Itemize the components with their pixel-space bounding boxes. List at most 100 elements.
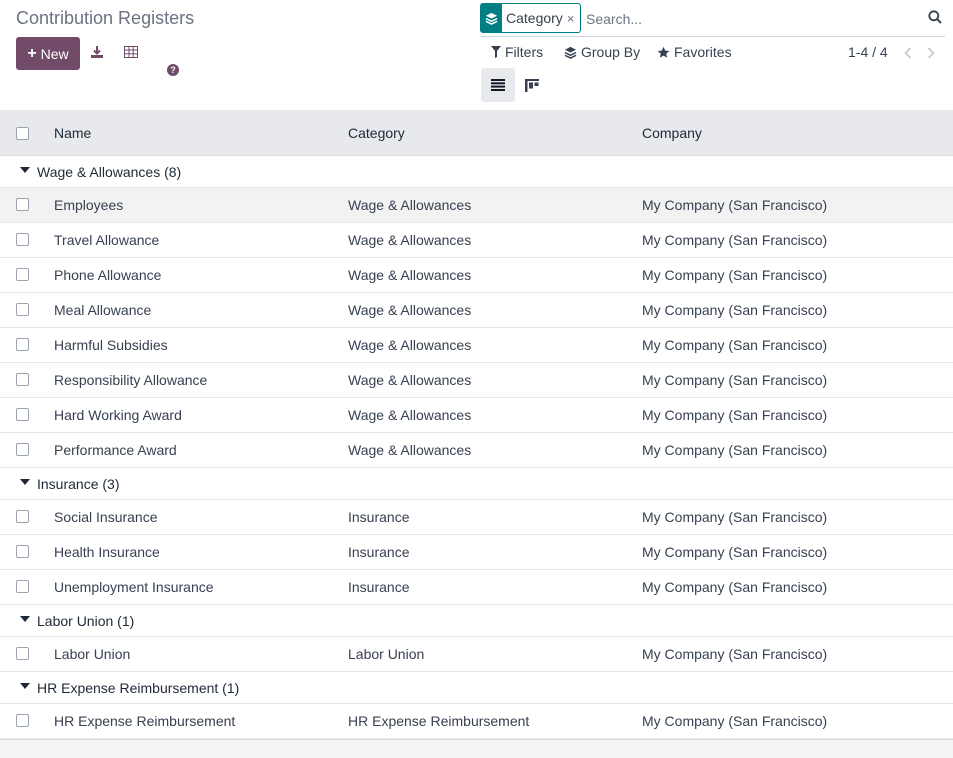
group-row[interactable]: Wage & Allowances (8): [0, 156, 953, 188]
cell-company: My Company (San Francisco): [642, 579, 828, 595]
new-button-label: New: [40, 45, 69, 62]
cell-company: My Company (San Francisco): [642, 267, 828, 283]
filters-label: Filters: [505, 44, 544, 60]
column-header-category[interactable]: Category: [348, 125, 405, 141]
row-checkbox[interactable]: [16, 408, 29, 421]
plus-icon: +: [27, 44, 37, 62]
cell-category: Insurance: [348, 509, 410, 525]
table-footer: [0, 739, 953, 758]
cell-name: Unemployment Insurance: [54, 579, 214, 595]
group-label: Labor Union (1): [37, 613, 135, 629]
row-checkbox[interactable]: [16, 303, 29, 316]
chevron-left-icon[interactable]: [900, 44, 916, 62]
table-row[interactable]: Health Insurance Insurance My Company (San…: [0, 535, 953, 570]
kanban-view-button[interactable]: [515, 68, 549, 102]
table-row[interactable]: Harmful Subsidies Wage & Allowances My Com…: [0, 328, 953, 363]
cell-company: My Company (San Francisco): [642, 407, 828, 423]
table-header: Name Category Company: [0, 110, 953, 156]
cell-company: My Company (San Francisco): [642, 646, 828, 662]
cell-category: Wage & Allowances: [348, 372, 472, 388]
row-checkbox[interactable]: [16, 268, 29, 281]
favorites-dropdown[interactable]: Favorites: [657, 44, 732, 60]
cell-name: Hard Working Award: [54, 407, 182, 423]
row-checkbox[interactable]: [16, 545, 29, 558]
column-header-company[interactable]: Company: [642, 125, 702, 141]
cell-name: Harmful Subsidies: [54, 337, 168, 353]
cell-category: Wage & Allowances: [348, 267, 472, 283]
control-panel: Contribution Registers + New ? Category …: [0, 0, 953, 110]
cell-company: My Company (San Francisco): [642, 302, 828, 318]
cell-category: Wage & Allowances: [348, 407, 472, 423]
cell-name: Performance Award: [54, 442, 177, 458]
pager-value[interactable]: 1-4 / 4: [848, 44, 888, 60]
row-checkbox[interactable]: [16, 714, 29, 727]
row-checkbox[interactable]: [16, 233, 29, 246]
row-checkbox[interactable]: [16, 373, 29, 386]
search-input[interactable]: [586, 9, 916, 29]
spreadsheet-icon[interactable]: [123, 44, 139, 60]
new-button[interactable]: + New: [16, 37, 80, 70]
caret-down-icon: [20, 479, 30, 485]
cell-company: My Company (San Francisco): [642, 713, 828, 729]
cell-category: Wage & Allowances: [348, 232, 472, 248]
category-facet[interactable]: Category ×: [480, 3, 582, 33]
row-checkbox[interactable]: [16, 198, 29, 211]
cell-name: Social Insurance: [54, 509, 158, 525]
kanban-icon: [525, 78, 539, 92]
table-row[interactable]: Employees Wage & Allowances My Company (Sa…: [0, 188, 953, 223]
cell-name: Responsibility Allowance: [54, 372, 208, 388]
group-label: Insurance (3): [37, 476, 120, 492]
group-by-dropdown[interactable]: Group By: [564, 44, 640, 60]
cell-company: My Company (San Francisco): [642, 232, 828, 248]
list-view-button[interactable]: [481, 68, 515, 102]
filter-icon: [491, 46, 501, 58]
page-title: Contribution Registers: [16, 8, 195, 28]
filters-dropdown[interactable]: Filters: [491, 44, 543, 60]
cell-category: Insurance: [348, 579, 410, 595]
row-checkbox[interactable]: [16, 647, 29, 660]
table-row[interactable]: Performance Award Wage & Allowances My Com…: [0, 433, 953, 468]
cell-category: Wage & Allowances: [348, 197, 472, 213]
cell-category: Wage & Allowances: [348, 302, 472, 318]
facet-close-icon[interactable]: ×: [567, 11, 581, 26]
table-row[interactable]: Hard Working Award Wage & Allowances My Co…: [0, 398, 953, 433]
table-row[interactable]: Meal Allowance Wage & Allowances My Compan…: [0, 293, 953, 328]
download-icon[interactable]: [89, 44, 105, 60]
cell-name: HR Expense Reimbursement: [54, 713, 236, 729]
cell-category: Labor Union: [348, 646, 425, 662]
cell-company: My Company (San Francisco): [642, 337, 828, 353]
table-row[interactable]: HR Expense Reimbursement HR Expense Reimb…: [0, 704, 953, 739]
chevron-right-icon[interactable]: [923, 44, 939, 62]
svg-text:?: ?: [170, 65, 176, 75]
group-row[interactable]: Insurance (3): [0, 468, 953, 500]
cell-category: Wage & Allowances: [348, 337, 472, 353]
star-icon: [657, 46, 670, 58]
search-bar: Category ×: [480, 3, 945, 37]
help-icon[interactable]: ?: [166, 63, 179, 76]
row-checkbox[interactable]: [16, 338, 29, 351]
search-icon[interactable]: [925, 6, 945, 28]
row-checkbox[interactable]: [16, 580, 29, 593]
group-row[interactable]: HR Expense Reimbursement (1): [0, 672, 953, 704]
cell-company: My Company (San Francisco): [642, 442, 828, 458]
caret-down-icon: [20, 683, 30, 689]
group-label: HR Expense Reimbursement (1): [37, 680, 240, 696]
cell-company: My Company (San Francisco): [642, 509, 828, 525]
group-row[interactable]: Labor Union (1): [0, 605, 953, 637]
column-header-name[interactable]: Name: [54, 125, 91, 141]
table-row[interactable]: Responsibility Allowance Wage & Allowance…: [0, 363, 953, 398]
table-row[interactable]: Phone Allowance Wage & Allowances My Compa…: [0, 258, 953, 293]
cell-name: Health Insurance: [54, 544, 160, 560]
table-row[interactable]: Social Insurance Insurance My Company (San…: [0, 500, 953, 535]
cell-category: Insurance: [348, 544, 410, 560]
select-all-checkbox[interactable]: [16, 127, 29, 140]
row-checkbox[interactable]: [16, 510, 29, 523]
table-row[interactable]: Labor Union Labor Union My Company (San Fr…: [0, 637, 953, 672]
cell-company: My Company (San Francisco): [642, 197, 828, 213]
table-row[interactable]: Unemployment Insurance Insurance My Compan…: [0, 570, 953, 605]
row-checkbox[interactable]: [16, 443, 29, 456]
facet-label: Category: [506, 10, 563, 26]
layers-icon: [481, 4, 502, 32]
table-row[interactable]: Travel Allowance Wage & Allowances My Comp…: [0, 223, 953, 258]
cell-category: Wage & Allowances: [348, 442, 472, 458]
